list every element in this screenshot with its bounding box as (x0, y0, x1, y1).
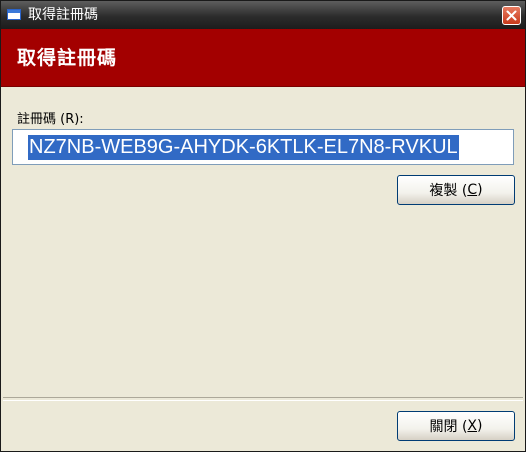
registration-code-field[interactable]: NZ7NB-WEB9G-AHYDK-6KTLK-EL7N8-RVKUL (12, 129, 514, 165)
window-close-button[interactable] (502, 6, 521, 25)
title-bar[interactable]: 取得註冊碼 (1, 1, 525, 29)
copy-button-suffix: ) (477, 182, 483, 198)
registration-dialog: 取得註冊碼 取得註冊碼 註冊碼 (R): NZ7NB-WEB9G-AHYDK-6… (0, 0, 526, 452)
close-x-icon (506, 10, 517, 21)
registration-code-value[interactable]: NZ7NB-WEB9G-AHYDK-6KTLK-EL7N8-RVKUL (28, 135, 459, 160)
header-banner: 取得註冊碼 (1, 29, 525, 87)
close-button-label: 關閉 ( (429, 419, 468, 435)
window-icon (7, 9, 21, 20)
banner-heading: 取得註冊碼 (17, 47, 118, 69)
window-title: 取得註冊碼 (28, 7, 98, 23)
close-button[interactable]: 關閉 (X) (397, 411, 515, 441)
footer-divider (3, 397, 523, 401)
copy-button-label: 複製 ( (429, 183, 468, 199)
close-button-mnemonic: X (467, 418, 478, 434)
registration-code-label: 註冊碼 (R): (17, 112, 84, 127)
copy-button-mnemonic: C (467, 182, 478, 198)
close-button-suffix: ) (477, 418, 483, 434)
copy-button[interactable]: 複製 (C) (397, 175, 515, 205)
